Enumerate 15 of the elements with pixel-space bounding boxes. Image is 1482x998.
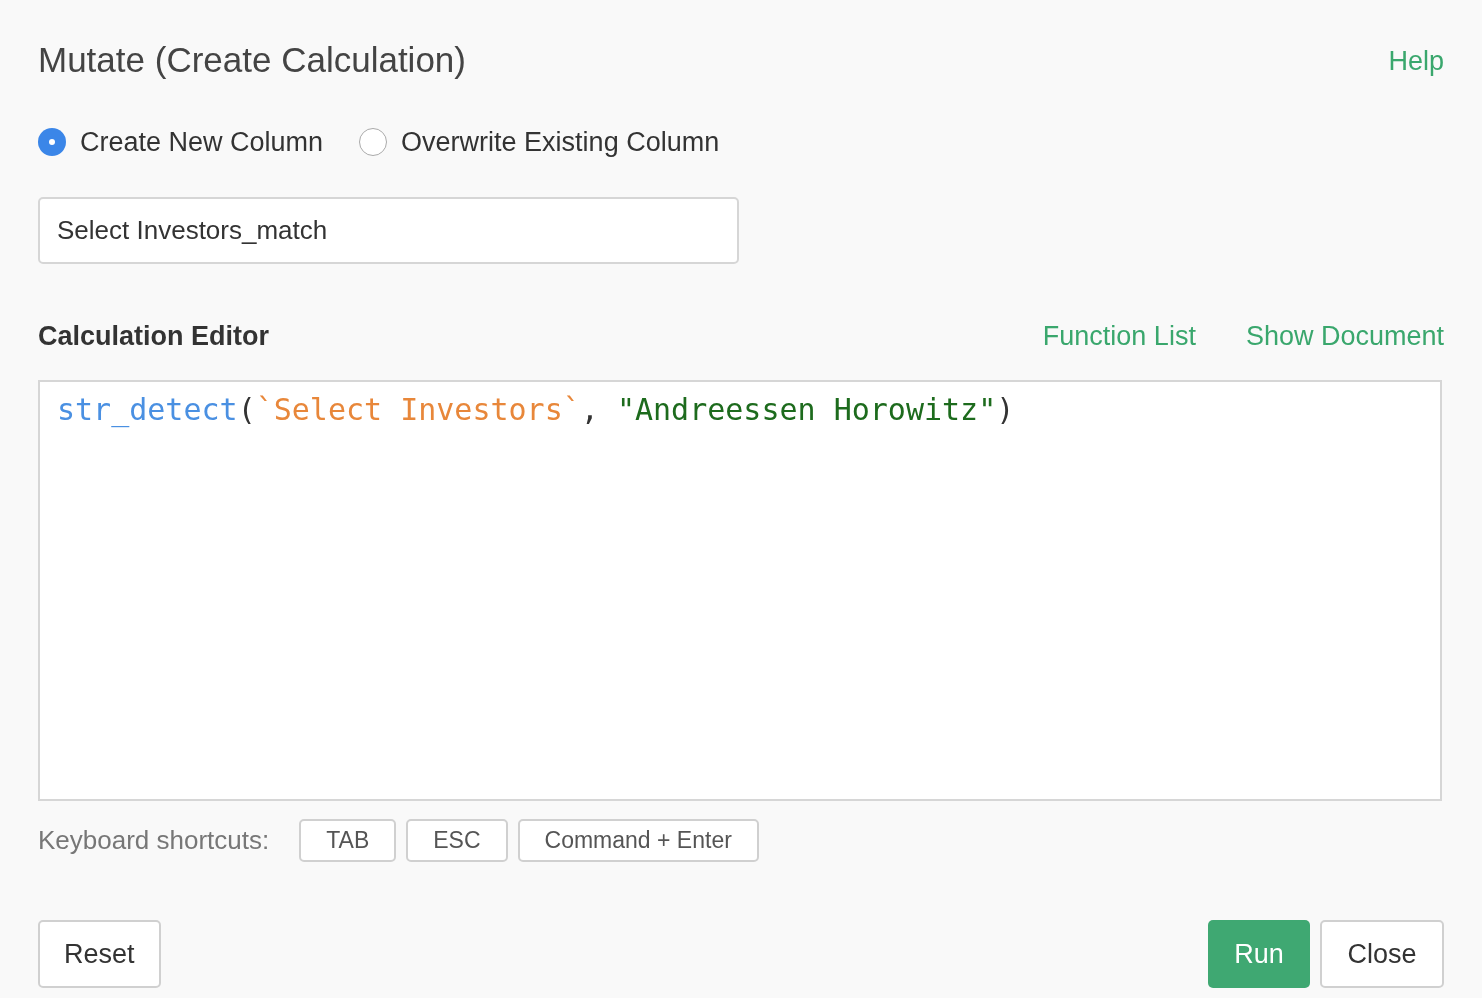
column-name-field[interactable]: Select Investors_match bbox=[38, 196, 739, 264]
radio-option[interactable]: Overwrite Existing Column bbox=[359, 122, 720, 163]
shortcut-key: Command + Enter bbox=[517, 819, 759, 862]
shortcut-key: ESC bbox=[406, 819, 508, 862]
shortcuts-label: Keyboard shortcuts: bbox=[38, 824, 270, 857]
reset-button[interactable]: Reset bbox=[38, 920, 161, 988]
shortcut-key: TAB bbox=[299, 819, 397, 862]
code-line: str_detect(`Select Investors`, "Andreessen Horowitz") bbox=[57, 391, 1016, 430]
radio-button[interactable] bbox=[38, 128, 66, 157]
editor-label: Calculation Editor bbox=[38, 319, 270, 353]
radio-option[interactable]: Create New Column bbox=[38, 122, 324, 163]
close-button[interactable]: Close bbox=[1320, 920, 1444, 988]
code-editor[interactable]: str_detect(`Select Investors`, "Andreessen Horowitz") bbox=[38, 380, 1442, 801]
dialog-title: Mutate (Create Calculation) bbox=[38, 39, 466, 81]
radio-button[interactable] bbox=[359, 128, 388, 157]
